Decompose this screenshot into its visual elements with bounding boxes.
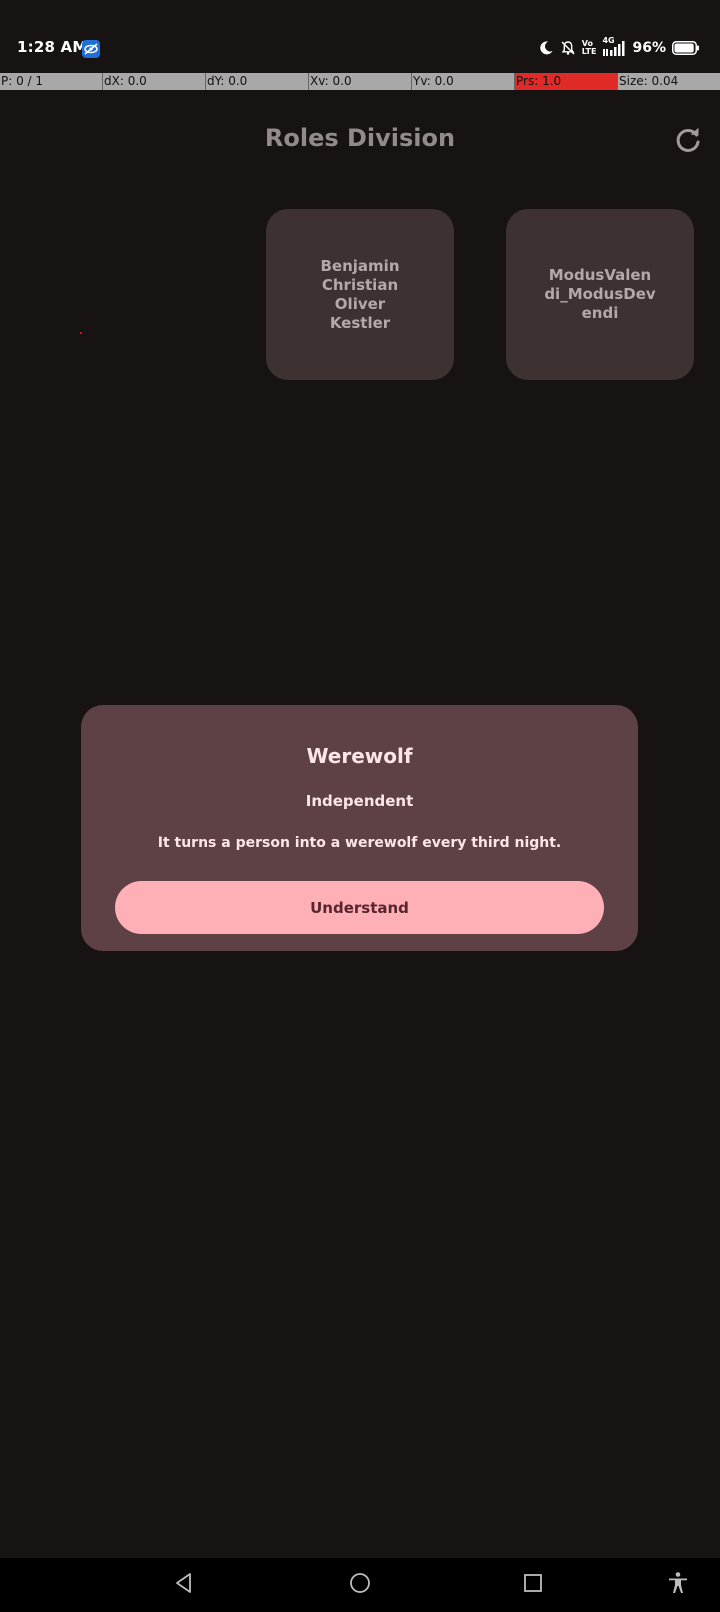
battery-icon [672,41,700,55]
status-bar: 1:28 AM Vo LTE 4G 96% [0,0,720,72]
player-name: Benjamin Christian Oliver Kestler [320,256,400,332]
pointer-xv: Xv: 0.0 [309,73,412,90]
pointer-pressure: Prs: 1.0 [515,73,618,90]
touch-indicator [80,332,82,334]
role-description: It turns a person into a werewolf every … [157,835,562,851]
pointer-size: Size: 0.04 [619,74,679,88]
accessibility-button[interactable] [651,1558,705,1612]
player-name: ModusValen di_ModusDev endi [544,266,656,322]
role-team: Independent [305,792,414,810]
home-button[interactable] [333,1558,387,1612]
home-icon [349,1572,371,1598]
navigation-bar [0,1558,720,1612]
moon-icon [538,40,554,56]
screen: 1:28 AM Vo LTE 4G 96% P: 0 / 1 dX: 0.0 d… [0,0,720,1612]
signal-icon: 4G [602,36,626,56]
back-icon [173,1572,195,1598]
role-title: Werewolf [306,744,413,768]
pointer-dx: dX: 0.0 [103,73,206,90]
battery-percent: 96% [632,40,666,56]
bell-off-icon [560,40,576,56]
status-time: 1:28 AM [17,38,88,56]
pointer-count: P: 0 / 1 [0,73,103,90]
role-dialog: Werewolf Independent It turns a person i… [81,705,638,951]
player-card[interactable]: ModusValen di_ModusDev endi [506,209,694,380]
pointer-yv: Yv: 0.0 [412,73,515,90]
accessibility-icon [666,1571,690,1599]
volte-icon: Vo LTE [581,39,597,56]
refresh-button[interactable] [670,124,706,160]
status-icons: Vo LTE 4G 96% [538,36,700,58]
recents-button[interactable] [506,1558,560,1612]
player-card[interactable]: Benjamin Christian Oliver Kestler [266,209,454,380]
app-notification-icon [82,40,100,58]
page-title: Roles Division [264,124,456,152]
understand-button[interactable]: Understand [115,881,604,934]
network-type-label: 4G [602,36,615,45]
back-button[interactable] [157,1558,211,1612]
pointer-dy: dY: 0.0 [206,73,309,90]
pointer-location-overlay: P: 0 / 1 dX: 0.0 dY: 0.0 Xv: 0.0 Yv: 0.0… [0,73,720,90]
recents-icon [523,1573,543,1597]
refresh-icon [674,126,702,158]
